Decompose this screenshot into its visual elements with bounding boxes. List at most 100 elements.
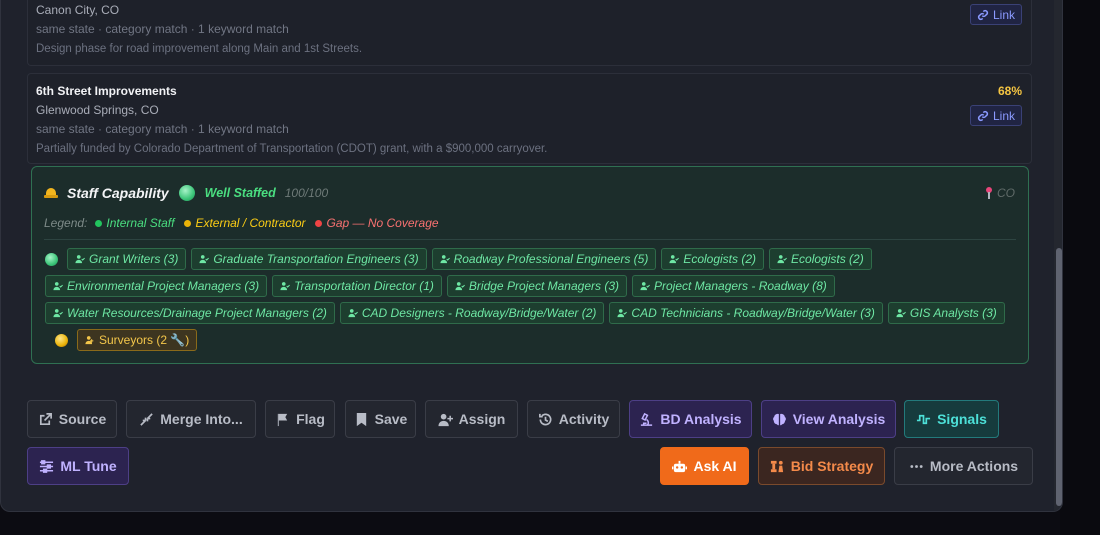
role-tag[interactable]: Graduate Transportation Engineers (3) <box>191 248 427 270</box>
robot-icon <box>672 460 688 472</box>
backdrop <box>1060 0 1100 535</box>
staff-capability-header: Staff Capability Well Staffed 100/100 <box>44 185 328 201</box>
project-description: Design phase for road improvement along … <box>36 43 363 55</box>
signals-button[interactable]: Signals <box>904 400 999 438</box>
history-icon <box>538 412 552 425</box>
status-indicator-icon <box>178 185 195 201</box>
role-tag[interactable]: Grant Writers (3) <box>67 248 187 270</box>
assign-button[interactable]: Assign <box>425 400 518 438</box>
role-tag[interactable]: Surveyors (2 🔧) <box>77 329 198 351</box>
role-label: Ecologists (2) <box>791 252 864 266</box>
external-roles-row: Surveyors (2 🔧) <box>55 329 198 351</box>
bid-strategy-label: Bid Strategy <box>790 458 874 474</box>
person-check-icon <box>53 309 63 318</box>
section-title: Staff Capability <box>67 185 169 201</box>
project-link-button[interactable]: Link <box>969 105 1022 126</box>
role-tag[interactable]: Project Managers - Roadway (8) <box>632 275 835 297</box>
legend-label-external: External / Contractor <box>195 216 306 230</box>
internal-staff-icon <box>45 252 58 266</box>
role-label: Bridge Project Managers (3) <box>468 279 619 293</box>
view-analysis-button[interactable]: View Analysis <box>761 400 896 438</box>
person-check-icon <box>669 255 680 264</box>
role-tag[interactable]: Environmental Project Managers (3) <box>45 275 268 297</box>
role-tag[interactable]: Water Resources/Drainage Project Manager… <box>45 302 335 324</box>
role-label: Water Resources/Drainage Project Manager… <box>67 306 327 320</box>
source-label: Source <box>58 411 107 427</box>
project-location: Glenwood Springs, CO <box>36 103 159 117</box>
project-match-score: 68% <box>997 84 1022 98</box>
internal-roles-row: Environmental Project Managers (3) Trans… <box>45 275 835 297</box>
project-title[interactable]: 6th Street Improvements <box>36 84 177 98</box>
role-label: Ecologists (2) <box>683 252 757 266</box>
flag-icon <box>277 413 288 426</box>
person-check-icon <box>199 255 210 264</box>
legend-dot-icon <box>95 219 103 227</box>
legend-item-gap: Gap — No Coverage <box>315 216 439 230</box>
ml-tune-label: ML Tune <box>60 458 117 474</box>
role-label: CAD Designers - Roadway/Bridge/Water (2) <box>361 306 597 320</box>
legend-item-internal: Internal Staff <box>95 216 174 230</box>
flag-label: Flag <box>296 411 325 427</box>
role-label: Environmental Project Managers (3) <box>67 279 260 293</box>
role-tag[interactable]: GIS Analysts (3) <box>887 302 1005 324</box>
person-check-icon <box>280 282 291 291</box>
scrollbar-thumb[interactable] <box>1056 248 1062 506</box>
ask-ai-button[interactable]: Ask AI <box>660 447 749 485</box>
person-check-icon <box>896 309 906 318</box>
bd-analysis-label: BD Analysis <box>660 411 742 427</box>
link-label: Link <box>992 108 1015 123</box>
role-label: GIS Analysts (3) <box>909 306 997 320</box>
person-check-icon <box>53 282 63 291</box>
internal-roles-row: Grant Writers (3) Graduate Transportatio… <box>45 248 872 270</box>
region-indicator: CO <box>985 186 1015 200</box>
project-link-button[interactable]: Link <box>969 4 1022 25</box>
flag-button[interactable]: Flag <box>265 400 335 438</box>
staff-capability-section: Staff Capability Well Staffed 100/100 CO… <box>31 166 1029 364</box>
internal-roles-row: Water Resources/Drainage Project Manager… <box>45 302 1005 324</box>
project-description: Partially funded by Colorado Department … <box>36 143 548 155</box>
merge-into-button[interactable]: Merge Into... <box>126 400 256 438</box>
save-label: Save <box>374 411 408 427</box>
bd-analysis-button[interactable]: BD Analysis <box>629 400 752 438</box>
link-icon <box>977 9 989 20</box>
role-tag[interactable]: CAD Technicians - Roadway/Bridge/Water (… <box>609 302 883 324</box>
person-check-icon <box>617 309 628 318</box>
role-tag[interactable]: Roadway Professional Engineers (5) <box>431 248 657 270</box>
ml-tune-button[interactable]: ML Tune <box>27 447 129 485</box>
ellipsis-icon <box>910 464 923 468</box>
person-icon <box>85 336 94 345</box>
legend-label-gap: Gap — No Coverage <box>326 216 439 230</box>
role-tag[interactable]: Ecologists (2) <box>661 248 765 270</box>
bid-strategy-button[interactable]: Bid Strategy <box>758 447 885 485</box>
external-link-icon <box>39 412 52 425</box>
role-label: Grant Writers (3) <box>89 252 179 266</box>
legend-label: Legend: <box>44 216 88 230</box>
opportunity-detail-panel: Canon City, CO same state · category mat… <box>0 0 1063 512</box>
legend-dot-icon <box>184 219 192 227</box>
staffing-score: 100/100 <box>284 186 329 200</box>
save-button[interactable]: Save <box>345 400 416 438</box>
brain-icon <box>772 413 786 425</box>
merge-icon <box>140 412 153 426</box>
related-project-card: Canon City, CO same state · category mat… <box>27 0 1032 66</box>
chess-icon <box>770 460 783 472</box>
pulse-icon <box>917 414 931 424</box>
role-tag[interactable]: Ecologists (2) <box>769 248 872 270</box>
region-label: CO <box>997 186 1015 200</box>
person-check-icon <box>75 255 85 264</box>
role-tag[interactable]: Transportation Director (1) <box>272 275 442 297</box>
role-tag[interactable]: Bridge Project Managers (3) <box>446 275 627 297</box>
related-project-card: 6th Street Improvements 68% Glenwood Spr… <box>27 73 1032 164</box>
legend: Legend: Internal Staff External / Contra… <box>44 216 449 230</box>
more-actions-label: More Actions <box>929 458 1019 474</box>
role-label: Surveyors (2 🔧) <box>99 333 190 347</box>
role-tag[interactable]: CAD Designers - Roadway/Bridge/Water (2) <box>339 302 605 324</box>
legend-item-external: External / Contractor <box>184 216 305 230</box>
role-label: Project Managers - Roadway (8) <box>654 279 827 293</box>
source-button[interactable]: Source <box>27 400 117 438</box>
activity-button[interactable]: Activity <box>527 400 620 438</box>
more-actions-button[interactable]: More Actions <box>894 447 1033 485</box>
role-label: Roadway Professional Engineers (5) <box>453 252 649 266</box>
bookmark-icon <box>356 412 366 426</box>
legend-dot-icon <box>315 219 323 227</box>
